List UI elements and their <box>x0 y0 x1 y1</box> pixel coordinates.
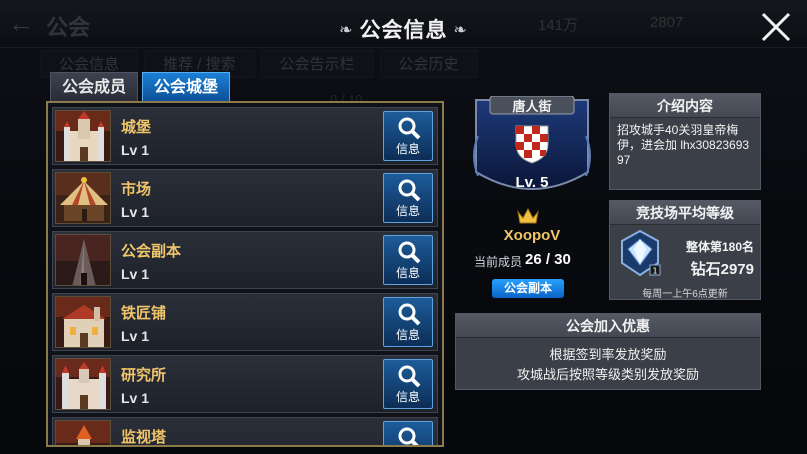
panel-tabs: 公会成员 公会城堡 <box>50 72 231 102</box>
research-institute-thumbnail <box>55 358 111 410</box>
building-name: 研究所 <box>121 367 167 384</box>
info-button-label: 信息 <box>395 142 420 156</box>
list-item: 市场 Lv 1 信息 <box>52 169 438 227</box>
diamond-tier-icon: 1 <box>618 229 662 279</box>
magnifier-icon <box>398 365 421 388</box>
crown-icon <box>517 207 539 224</box>
magnifier-icon <box>398 117 421 140</box>
info-button[interactable]: 信息 <box>383 359 433 409</box>
arena-update-note: 每周一上午6点更新 <box>642 289 728 300</box>
dialog-title-bar: ❧ 公会信息 ❧ <box>0 14 807 44</box>
building-level: Lv 1 <box>121 328 150 344</box>
guild-raid-button[interactable]: 公会副本 <box>492 279 564 298</box>
arena-panel: 竞技场平均等级 1 整体第180名 钻石2979 每周一上午6点更新 <box>609 200 761 300</box>
list-item: 城堡 Lv 1 信息 <box>52 107 438 165</box>
building-level: Lv 1 <box>121 266 150 282</box>
magnifier-icon <box>398 427 419 445</box>
building-list[interactable]: 城堡 Lv 1 信息 市场 Lv 1 信息 公会副本 Lv 1 信息 铁匠铺 L… <box>46 101 444 447</box>
benefits-title: 公会加入优惠 <box>456 314 760 338</box>
members-count: 26 / 30 <box>525 251 571 268</box>
arena-title: 竞技场平均等级 <box>610 201 760 225</box>
building-name: 监视塔 <box>121 429 167 446</box>
info-button[interactable]: 信息 <box>383 297 433 347</box>
info-button[interactable]: 信息 <box>383 235 433 285</box>
info-button[interactable]: 信息 <box>383 173 433 223</box>
list-item: 研究所 Lv 1 信息 <box>52 355 438 413</box>
list-item: 公会副本 Lv 1 信息 <box>52 231 438 289</box>
magnifier-icon <box>398 179 421 202</box>
info-button-label: 信息 <box>395 204 420 218</box>
dungeon-tower-thumbnail <box>55 234 111 286</box>
blacksmith-thumbnail <box>55 296 111 348</box>
magnifier-icon <box>398 241 421 264</box>
info-button[interactable]: 信息 <box>383 421 433 445</box>
intro-title: 介绍内容 <box>610 94 760 118</box>
guild-leader-name: XoopoV <box>503 227 561 244</box>
watchtower-thumbnail <box>55 420 111 445</box>
list-item: 铁匠铺 Lv 1 信息 <box>52 293 438 351</box>
guild-name: 唐人街 <box>512 99 552 114</box>
building-level: Lv 1 <box>121 390 150 406</box>
magnifier-icon <box>398 303 421 326</box>
intro-text: 招攻城手40关羽皇帝梅伊，进会加 lhx3082369397 <box>617 123 750 167</box>
ornament-icon: ❧ <box>453 22 468 39</box>
info-button-label: 信息 <box>395 266 420 280</box>
arena-rank: 整体第180名 <box>685 240 754 254</box>
members-label: 当前成员 <box>474 255 523 269</box>
building-name: 铁匠铺 <box>121 305 167 322</box>
guild-level: Lv. 5 <box>515 174 549 191</box>
building-level: Lv 1 <box>121 204 150 220</box>
close-button[interactable] <box>757 8 795 46</box>
building-name: 公会副本 <box>121 243 182 260</box>
info-button[interactable]: 信息 <box>383 111 433 161</box>
dialog-title: 公会信息 <box>359 19 448 42</box>
building-level: Lv 1 <box>121 142 150 158</box>
castle-thumbnail <box>55 110 111 162</box>
arena-tier: 钻石2979 <box>690 261 754 278</box>
benefit-line: 攻城战后按照等级类别发放奖励 <box>516 367 699 382</box>
benefit-line: 根据签到率发放奖励 <box>549 347 667 362</box>
info-button-label: 信息 <box>395 328 420 342</box>
join-benefits-panel: 公会加入优惠 根据签到率发放奖励 攻城战后按照等级类别发放奖励 <box>455 313 761 390</box>
market-tent-thumbnail <box>55 172 111 224</box>
tier-number: 1 <box>652 267 657 276</box>
tab-guild-castle[interactable]: 公会城堡 <box>142 72 231 102</box>
building-name: 城堡 <box>121 119 152 136</box>
info-button-label: 信息 <box>395 390 420 404</box>
tab-guild-members[interactable]: 公会成员 <box>50 72 139 102</box>
checkered-shield-icon <box>515 125 549 164</box>
building-name: 市场 <box>121 181 152 198</box>
close-icon <box>761 12 791 42</box>
list-item: 监视塔 信息 <box>52 417 438 446</box>
intro-panel: 介绍内容 招攻城手40关羽皇帝梅伊，进会加 lhx3082369397 <box>609 93 761 190</box>
ornament-icon: ❧ <box>339 22 354 39</box>
